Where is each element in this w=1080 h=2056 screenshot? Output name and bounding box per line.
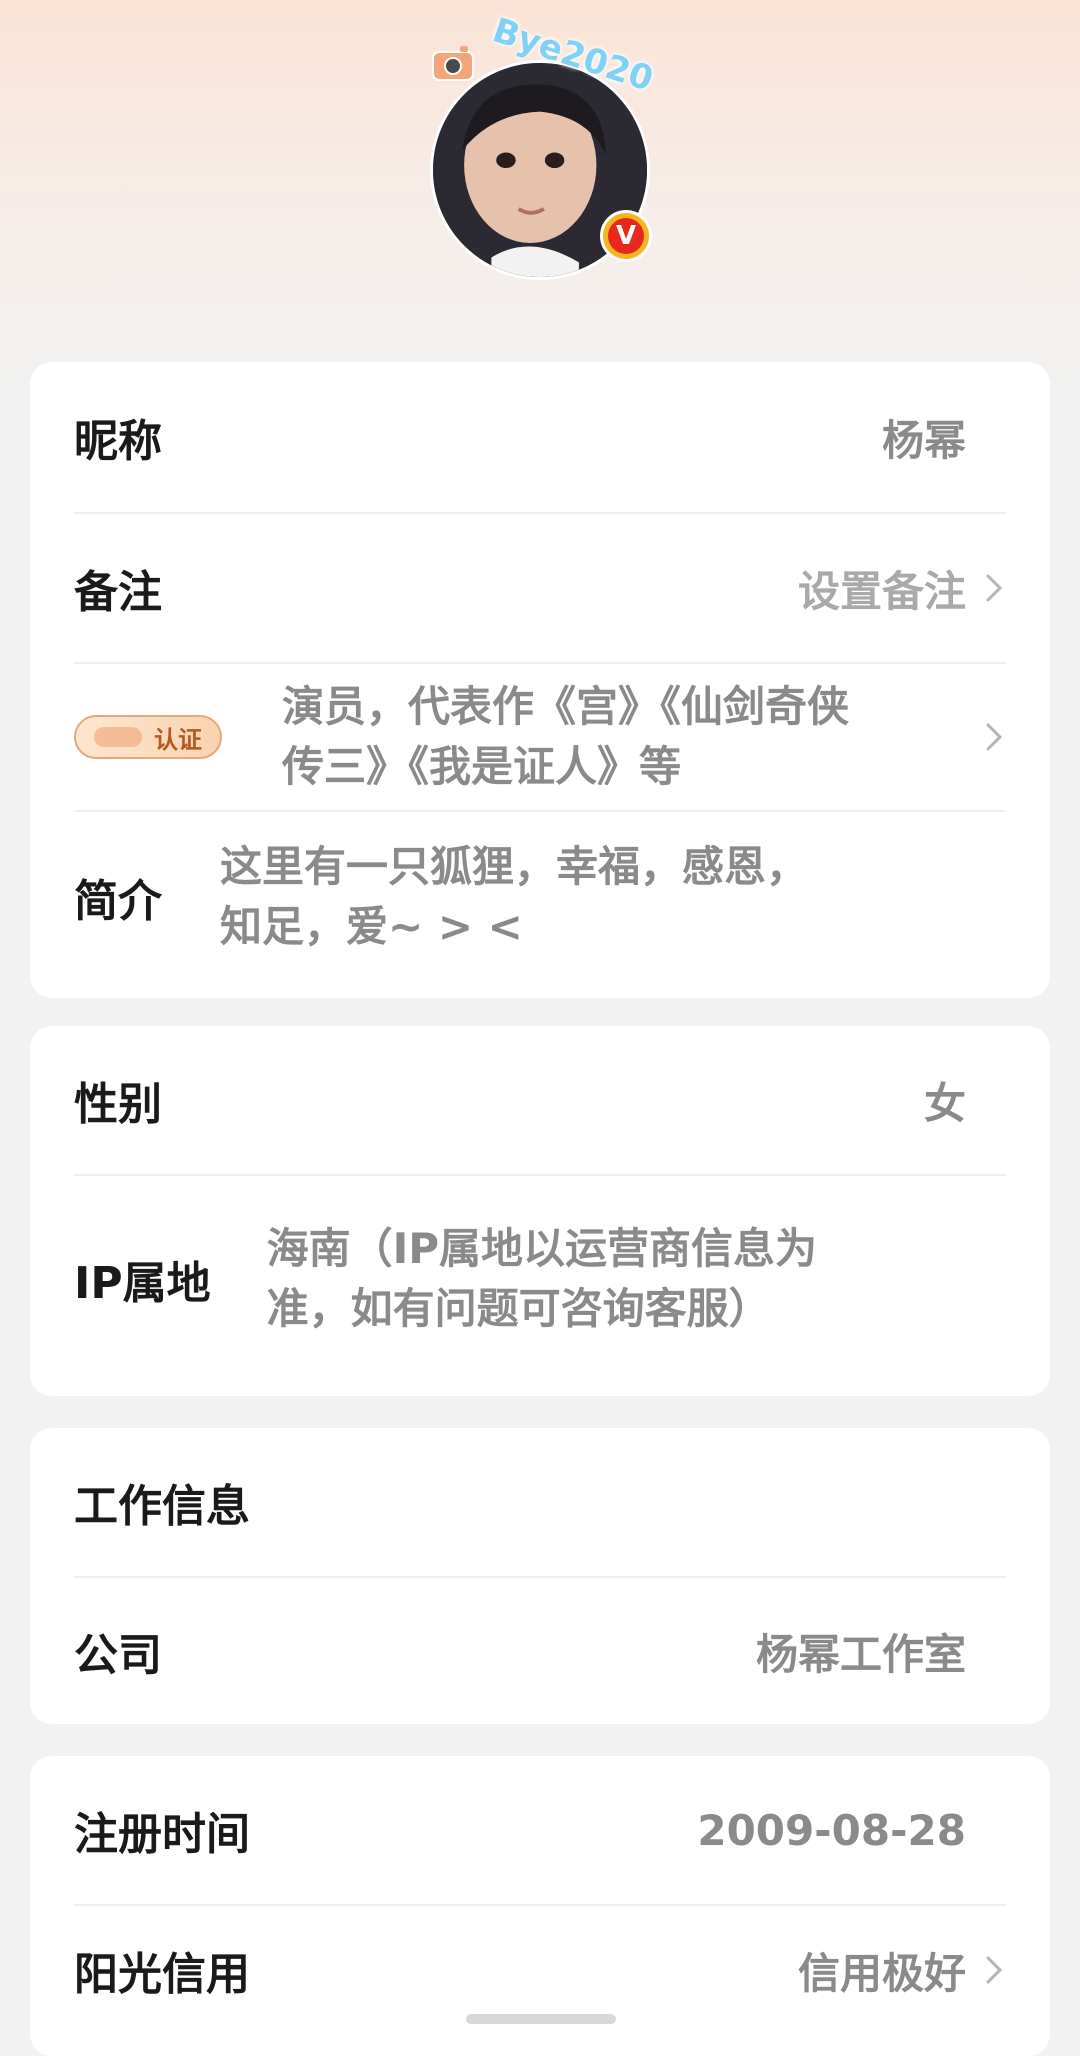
chevron-right-icon: [986, 1956, 1003, 1984]
account-info-card: 注册时间 2009-08-28 阳光信用 信用极好: [30, 1756, 1050, 2056]
bio-text: 这里有一只狐狸，幸福，感恩， 知足，爱~ > <: [220, 837, 808, 957]
certification-badge: 认证: [74, 715, 222, 759]
remark-row[interactable]: 备注 设置备注: [74, 514, 1006, 662]
certification-text-line: 演员，代表作《宫》《仙剑奇侠: [282, 682, 850, 731]
gender-value: 女: [923, 1078, 966, 1128]
basic-info-card: 昵称 杨幂 备注 设置备注 认证 演员，代表作《宫》《仙剑奇侠 传三》《我是证人…: [30, 362, 1050, 998]
certification-badge-blur: [94, 727, 142, 747]
ip-location-row[interactable]: IP属地 海南（IP属地以运营商信息为 准，如有问题可咨询客服）: [74, 1176, 1006, 1382]
personal-info-card: 性别 女 IP属地 海南（IP属地以运营商信息为 准，如有问题可咨询客服）: [30, 1026, 1050, 1396]
company-value: 杨幂工作室: [755, 1629, 966, 1679]
ip-location-text: 海南（IP属地以运营商信息为 准，如有问题可咨询客服）: [267, 1219, 817, 1339]
camera-sticker-icon: [432, 46, 474, 81]
company-row[interactable]: 公司 杨幂工作室: [74, 1578, 1006, 1724]
certification-text: 演员，代表作《宫》《仙剑奇侠 传三》《我是证人》等: [282, 677, 849, 797]
certification-badge-text: 认证: [154, 725, 202, 754]
ip-location-label: IP属地: [74, 1258, 211, 1309]
bio-row[interactable]: 简介 这里有一只狐狸，幸福，感恩， 知足，爱~ > <: [74, 812, 1006, 982]
sunshine-credit-label: 阳光信用: [74, 1949, 250, 2000]
profile-avatar-area: Bye2020 V: [430, 10, 658, 280]
work-section-title: 工作信息: [74, 1481, 250, 1532]
remark-label: 备注: [74, 567, 162, 618]
chevron-right-icon: [986, 574, 1003, 602]
home-indicator[interactable]: [466, 2014, 616, 2024]
verified-v-icon: V: [608, 218, 644, 254]
work-section-header: 工作信息: [74, 1428, 1006, 1576]
bio-text-line: 知足，爱~ > <: [220, 902, 523, 951]
remark-value: 设置备注: [797, 566, 966, 616]
verified-badge: V: [600, 210, 652, 262]
ip-location-text-line: 海南（IP属地以运营商信息为: [266, 1224, 818, 1273]
bio-text-line: 这里有一只狐狸，幸福，感恩，: [220, 842, 809, 891]
certification-text-line: 传三》《我是证人》等: [282, 742, 682, 791]
chevron-right-icon: [986, 723, 1003, 751]
nickname-row[interactable]: 昵称 杨幂: [74, 362, 1006, 512]
sunshine-credit-value: 信用极好: [797, 1948, 966, 1998]
register-time-value: 2009-08-28: [697, 1805, 966, 1855]
register-time-row[interactable]: 注册时间 2009-08-28: [74, 1756, 1006, 1904]
nickname-value: 杨幂: [881, 415, 966, 465]
nickname-label: 昵称: [74, 416, 162, 467]
gender-row[interactable]: 性别 女: [74, 1026, 1006, 1174]
work-info-card: 工作信息 公司 杨幂工作室: [30, 1428, 1050, 1724]
certification-row[interactable]: 认证 演员，代表作《宫》《仙剑奇侠 传三》《我是证人》等: [74, 664, 1006, 810]
bio-label: 简介: [74, 876, 162, 927]
gender-label: 性别: [74, 1079, 162, 1130]
company-label: 公司: [74, 1630, 162, 1681]
register-time-label: 注册时间: [74, 1809, 250, 1860]
ip-location-text-line: 准，如有问题可咨询客服）: [266, 1284, 771, 1333]
